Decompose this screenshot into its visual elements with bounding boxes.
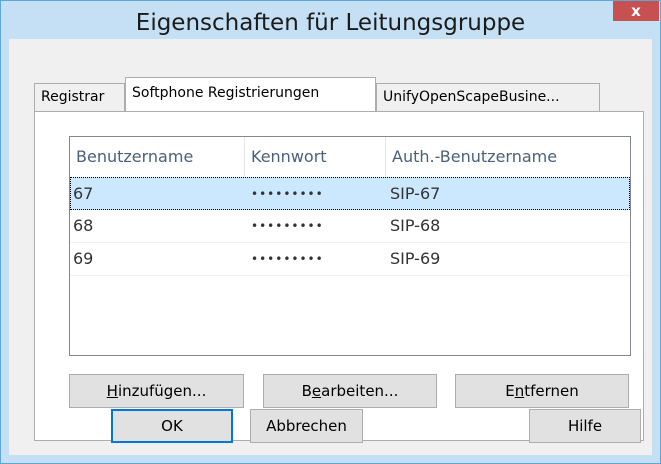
list-header: Benutzername Kennwort Auth.-Benutzername xyxy=(70,137,630,178)
tab-label: Softphone Registrierungen xyxy=(132,85,320,101)
dialog-window: Eigenschaften für Leitungsgruppe x Regis… xyxy=(0,0,661,464)
registrations-listview[interactable]: Benutzername Kennwort Auth.-Benutzername… xyxy=(69,136,631,356)
cell-user: 69 xyxy=(73,249,94,268)
ok-button[interactable]: OK xyxy=(111,409,233,443)
tab-unify-openscape[interactable]: UnifyOpenScapeBusine... xyxy=(376,83,600,111)
cell-auth: SIP-68 xyxy=(390,216,441,235)
edit-label: arbeiten... xyxy=(321,382,399,400)
remove-mnemonic: n xyxy=(514,382,525,400)
column-header-benutzername[interactable]: Benutzername xyxy=(70,137,244,177)
cell-auth: SIP-67 xyxy=(390,184,441,203)
add-button[interactable]: Hinzufügen... xyxy=(69,374,244,408)
close-icon: x xyxy=(631,2,641,20)
remove-label: tfernen xyxy=(524,382,579,400)
edit-mnemonic: e xyxy=(311,382,322,400)
cell-password: ••••••••• xyxy=(251,252,324,266)
tab-label: UnifyOpenScapeBusine... xyxy=(383,89,560,105)
tab-softphone-registrierungen[interactable]: Softphone Registrierungen xyxy=(125,77,376,111)
remove-label-pre: E xyxy=(505,382,515,400)
cell-password: ••••••••• xyxy=(251,219,324,233)
tab-registrar[interactable]: Registrar xyxy=(34,83,125,111)
table-row[interactable]: 69 ••••••••• SIP-69 xyxy=(70,243,630,276)
edit-button[interactable]: Bearbeiten... xyxy=(263,374,437,408)
edit-label-pre: B xyxy=(301,382,312,400)
tab-label: Registrar xyxy=(41,89,105,105)
column-header-kennwort[interactable]: Kennwort xyxy=(244,137,385,177)
cell-password: ••••••••• xyxy=(251,187,324,201)
cell-user: 68 xyxy=(73,216,94,235)
remove-button[interactable]: Entfernen xyxy=(455,374,629,408)
dialog-client-area: Registrar Softphone Registrierungen Unif… xyxy=(9,39,652,455)
tab-panel: Benutzername Kennwort Auth.-Benutzername… xyxy=(34,111,644,441)
add-label: inzufügen... xyxy=(117,382,207,400)
cancel-button[interactable]: Abbrechen xyxy=(250,409,363,443)
window-title: Eigenschaften für Leitungsgruppe xyxy=(135,10,526,36)
close-button[interactable]: x xyxy=(613,1,659,21)
cell-auth: SIP-69 xyxy=(390,249,441,268)
add-mnemonic: H xyxy=(106,382,118,400)
table-row[interactable]: 67 ••••••••• SIP-67 xyxy=(70,177,630,210)
title-bar[interactable]: Eigenschaften für Leitungsgruppe x xyxy=(1,1,660,39)
help-button[interactable]: Hilfe xyxy=(529,409,641,443)
table-row[interactable]: 68 ••••••••• SIP-68 xyxy=(70,210,630,243)
cell-user: 67 xyxy=(73,184,94,203)
column-header-auth-benutzername[interactable]: Auth.-Benutzername xyxy=(385,137,630,177)
